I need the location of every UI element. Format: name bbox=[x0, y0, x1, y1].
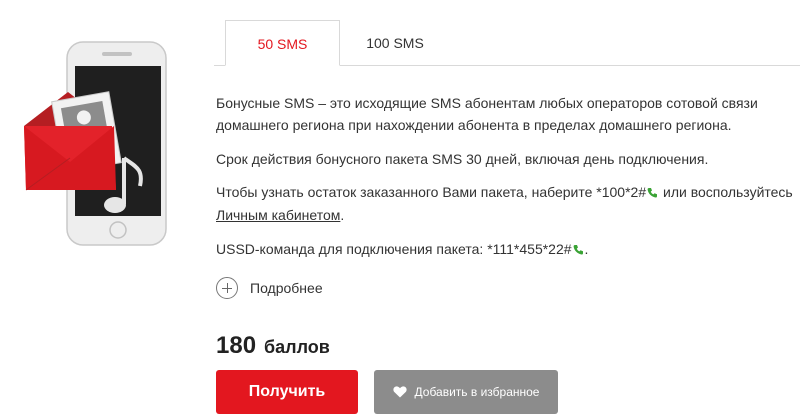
description-paragraph-3: Чтобы узнать остаток заказанного Вами па… bbox=[216, 181, 800, 226]
paragraph-4-end: . bbox=[584, 241, 589, 257]
description-paragraph-2: Срок действия бонусного пакета SMS 30 дн… bbox=[216, 151, 709, 167]
phone-call-icon[interactable] bbox=[647, 182, 658, 204]
add-to-favorites-button[interactable]: Добавить в избранное bbox=[374, 370, 558, 414]
description-paragraph-4: USSD-команда для подключения пакета: *11… bbox=[216, 238, 588, 261]
ussd-command-text: USSD-команда для подключения пакета: *11… bbox=[216, 241, 572, 257]
price-unit: баллов bbox=[264, 337, 330, 357]
paragraph-3-end: . bbox=[340, 207, 345, 223]
balance-check-text: Чтобы узнать остаток заказанного Вами па… bbox=[216, 184, 647, 200]
plus-circle-icon[interactable] bbox=[216, 277, 238, 299]
personal-cabinet-link[interactable]: Личным кабинетом bbox=[216, 207, 340, 223]
phone-call-icon[interactable] bbox=[573, 239, 583, 261]
price: 180 баллов bbox=[216, 332, 330, 360]
heart-icon bbox=[392, 386, 407, 398]
tabs: 50 SMS 100 SMS bbox=[214, 20, 800, 66]
more-details-label[interactable]: Подробнее bbox=[250, 280, 323, 296]
add-to-favorites-label[interactable]: Добавить в избранное bbox=[415, 385, 540, 399]
description-paragraph-1: Бонусные SMS – это исходящие SMS абонент… bbox=[216, 95, 758, 133]
balance-check-middle: или воспользуйтесь bbox=[659, 184, 793, 200]
more-details-toggle[interactable]: Подробнее bbox=[216, 276, 323, 300]
get-button[interactable]: Получить bbox=[216, 370, 358, 414]
tab-100-sms[interactable]: 100 SMS bbox=[340, 20, 450, 66]
phone-envelope-illustration bbox=[22, 40, 168, 248]
price-value: 180 bbox=[216, 332, 257, 359]
tab-50-sms[interactable]: 50 SMS bbox=[225, 20, 340, 66]
